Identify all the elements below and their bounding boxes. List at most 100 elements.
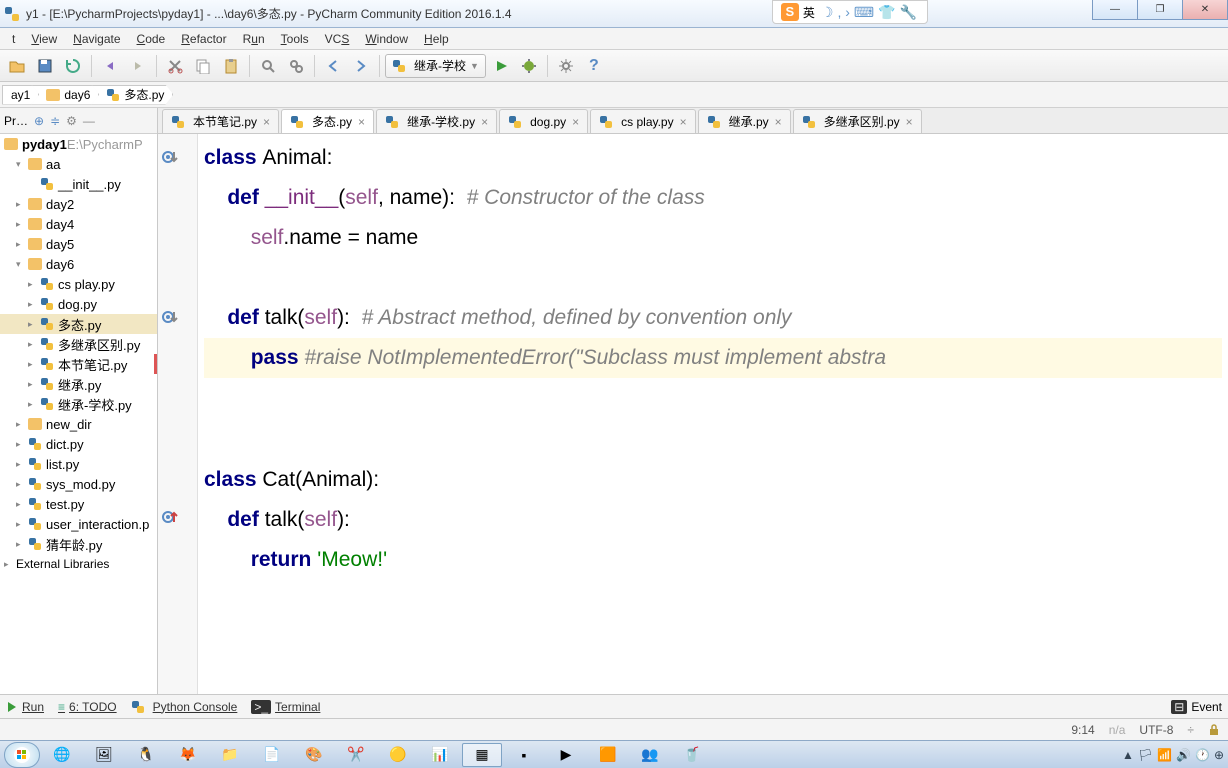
find-button[interactable] bbox=[255, 53, 281, 79]
cut-button[interactable] bbox=[162, 53, 188, 79]
tray-flag-icon[interactable]: 🏳 bbox=[1138, 748, 1153, 762]
copy-button[interactable] bbox=[190, 53, 216, 79]
taskbar-qq-icon[interactable]: 🐧 bbox=[126, 743, 166, 767]
tree-item-3[interactable]: ▸day4 bbox=[0, 214, 157, 234]
run-button[interactable] bbox=[488, 53, 514, 79]
editor-tab-5[interactable]: 继承.py× bbox=[698, 109, 791, 133]
close-tab-icon[interactable]: × bbox=[775, 115, 782, 129]
close-tab-icon[interactable]: × bbox=[481, 115, 488, 129]
hide-icon[interactable]: — bbox=[83, 114, 95, 128]
taskbar-snip-icon[interactable]: ✂️ bbox=[336, 743, 376, 767]
tool-python-console[interactable]: Python Console bbox=[131, 700, 238, 714]
maximize-button[interactable]: ❐ bbox=[1137, 0, 1183, 20]
tree-item-10[interactable]: ▸本节笔记.py bbox=[0, 354, 157, 374]
sidebar-pr-label[interactable]: Pr… bbox=[4, 114, 28, 128]
menu-refactor[interactable]: Refactor bbox=[173, 28, 234, 49]
help-button[interactable]: ? bbox=[581, 53, 607, 79]
system-tray[interactable]: ▲ 🏳 📶 🔊 🕐 ⊕ bbox=[1122, 748, 1224, 762]
menu-help[interactable]: Help bbox=[416, 28, 457, 49]
editor-tab-0[interactable]: 本节笔记.py× bbox=[162, 109, 279, 133]
taskbar-app1-icon[interactable]: 📊 bbox=[420, 743, 460, 767]
file-encoding[interactable]: UTF-8 bbox=[1139, 723, 1173, 737]
tree-item-13[interactable]: ▸new_dir bbox=[0, 414, 157, 434]
tree-item-15[interactable]: ▸list.py bbox=[0, 454, 157, 474]
back-button[interactable] bbox=[320, 53, 346, 79]
tray-up-icon[interactable]: ▲ bbox=[1122, 748, 1134, 762]
breadcrumb-0[interactable]: ay1 bbox=[2, 85, 39, 105]
editor-tab-2[interactable]: 继承-学校.py× bbox=[376, 109, 497, 133]
tree-item-14[interactable]: ▸dict.py bbox=[0, 434, 157, 454]
tray-vol-icon[interactable]: 🔊 bbox=[1176, 748, 1191, 762]
tree-item-5[interactable]: ▾day6 bbox=[0, 254, 157, 274]
menu-tools[interactable]: Tools bbox=[273, 28, 317, 49]
taskbar-explorer-icon[interactable]: 📁 bbox=[210, 743, 250, 767]
code-editor[interactable]: class Animal: def __init__(self, name): … bbox=[198, 134, 1228, 694]
menu-file[interactable]: t bbox=[4, 28, 23, 49]
tool-todo[interactable]: ≡6: TODO bbox=[58, 700, 117, 714]
tool-run[interactable]: Run bbox=[6, 700, 44, 714]
close-tab-icon[interactable]: × bbox=[680, 115, 687, 129]
refresh-button[interactable] bbox=[60, 53, 86, 79]
save-all-button[interactable] bbox=[32, 53, 58, 79]
debug-button[interactable] bbox=[516, 53, 542, 79]
taskbar-pictures-icon[interactable]: 🖼 bbox=[84, 743, 124, 767]
close-tab-icon[interactable]: × bbox=[572, 115, 579, 129]
undo-button[interactable] bbox=[97, 53, 123, 79]
external-libraries[interactable]: ▸External Libraries bbox=[0, 554, 157, 574]
tree-item-16[interactable]: ▸sys_mod.py bbox=[0, 474, 157, 494]
settings-button[interactable] bbox=[553, 53, 579, 79]
tree-item-6[interactable]: ▸cs play.py bbox=[0, 274, 157, 294]
chevron-icon[interactable]: ÷ bbox=[1187, 723, 1194, 737]
tray-clock-icon[interactable]: 🕐 bbox=[1195, 748, 1210, 762]
ime-toolbar[interactable]: S 英 ☽, ›⌨👕🔧 bbox=[772, 0, 928, 24]
project-root[interactable]: pyday1 E:\PycharmP bbox=[0, 134, 157, 154]
tree-item-19[interactable]: ▸猜年龄.py bbox=[0, 534, 157, 554]
tree-item-17[interactable]: ▸test.py bbox=[0, 494, 157, 514]
open-button[interactable] bbox=[4, 53, 30, 79]
tree-item-18[interactable]: ▸user_interaction.p bbox=[0, 514, 157, 534]
minimize-button[interactable]: — bbox=[1092, 0, 1138, 20]
tree-item-12[interactable]: ▸继承-学校.py bbox=[0, 394, 157, 414]
editor-tab-3[interactable]: dog.py× bbox=[499, 109, 588, 133]
caret-position[interactable]: 9:14 bbox=[1071, 723, 1094, 737]
taskbar-chrome-icon[interactable]: 🟡 bbox=[378, 743, 418, 767]
taskbar-cmd-icon[interactable]: ▪ bbox=[504, 743, 544, 767]
tray-misc-icon[interactable]: ⊕ bbox=[1214, 748, 1224, 762]
tool-event-log[interactable]: ⊟Event bbox=[1171, 700, 1222, 714]
tray-net-icon[interactable]: 📶 bbox=[1157, 748, 1172, 762]
redo-button[interactable] bbox=[125, 53, 151, 79]
close-tab-icon[interactable]: × bbox=[358, 115, 365, 129]
menu-vcs[interactable]: VCS bbox=[317, 28, 358, 49]
gutter-override-up-icon[interactable] bbox=[161, 508, 181, 528]
paste-button[interactable] bbox=[218, 53, 244, 79]
menu-navigate[interactable]: Navigate bbox=[65, 28, 128, 49]
taskbar-app4-icon[interactable]: 🥤 bbox=[672, 743, 712, 767]
editor-gutter[interactable] bbox=[158, 134, 198, 694]
close-button[interactable]: ✕ bbox=[1182, 0, 1228, 20]
menu-view[interactable]: View bbox=[23, 28, 65, 49]
tree-item-0[interactable]: ▾aa bbox=[0, 154, 157, 174]
insert-mode[interactable]: n/a bbox=[1109, 723, 1126, 737]
tool-terminal[interactable]: >_Terminal bbox=[251, 700, 320, 714]
gutter-override-down-icon[interactable] bbox=[161, 148, 181, 168]
run-config-selector[interactable]: 继承-学校 ▼ bbox=[385, 54, 486, 78]
tree-item-4[interactable]: ▸day5 bbox=[0, 234, 157, 254]
close-tab-icon[interactable]: × bbox=[906, 115, 913, 129]
taskbar-app2-icon[interactable]: 🟧 bbox=[588, 743, 628, 767]
project-tree[interactable]: pyday1 E:\PycharmP▾aa__init__.py▸day2▸da… bbox=[0, 134, 157, 554]
close-tab-icon[interactable]: × bbox=[263, 115, 270, 129]
tree-item-8[interactable]: ▸多态.py bbox=[0, 314, 157, 334]
taskbar-pycharm-icon[interactable]: ▦ bbox=[462, 743, 502, 767]
menu-window[interactable]: Window bbox=[357, 28, 416, 49]
menu-code[interactable]: Code bbox=[129, 28, 174, 49]
tree-item-11[interactable]: ▸继承.py bbox=[0, 374, 157, 394]
collapse-icon[interactable]: ⊕ bbox=[34, 114, 44, 128]
taskbar-ie-icon[interactable]: 🌐 bbox=[42, 743, 82, 767]
tree-item-9[interactable]: ▸多继承区别.py bbox=[0, 334, 157, 354]
forward-button[interactable] bbox=[348, 53, 374, 79]
breadcrumb-1[interactable]: day6 bbox=[31, 85, 99, 105]
gutter-override-down-icon[interactable] bbox=[161, 308, 181, 328]
replace-button[interactable] bbox=[283, 53, 309, 79]
start-button[interactable] bbox=[4, 742, 40, 768]
expand-icon[interactable]: ≑ bbox=[50, 114, 60, 128]
